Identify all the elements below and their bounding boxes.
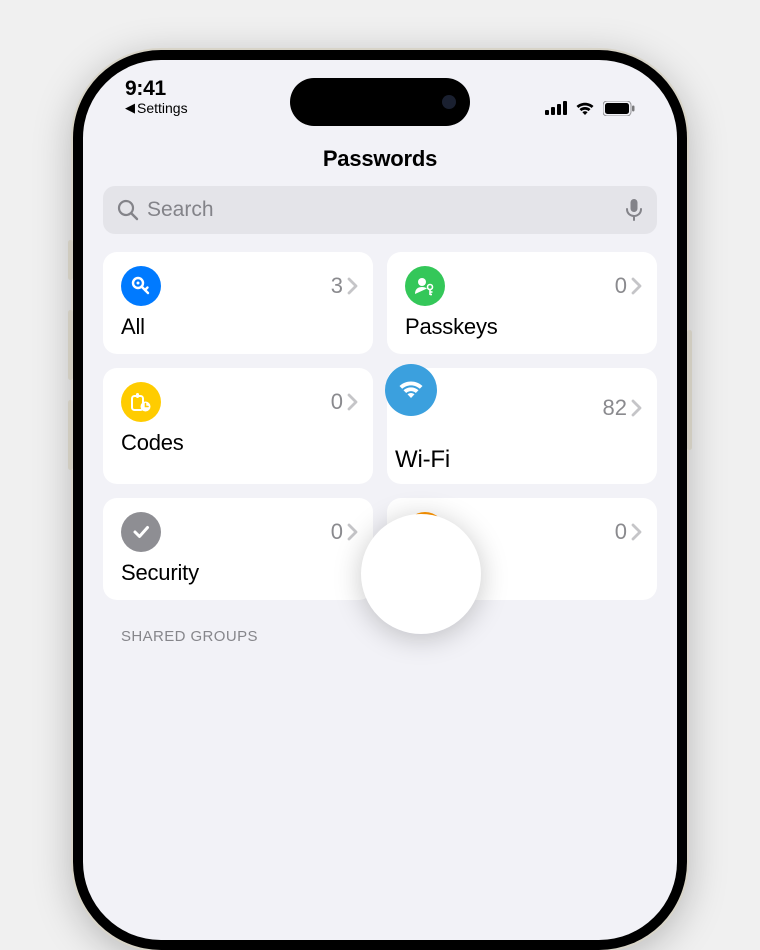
content-area: Passwords Search 3 bbox=[83, 146, 677, 940]
card-deleted[interactable]: 0 Deleted bbox=[387, 498, 657, 600]
chevron-right-icon bbox=[629, 522, 643, 542]
count: 0 bbox=[615, 519, 627, 545]
card-all[interactable]: 3 All bbox=[103, 252, 373, 354]
card-label: Deleted bbox=[405, 560, 643, 586]
count: 0 bbox=[615, 273, 627, 299]
back-label: Settings bbox=[137, 100, 188, 116]
wifi-status-icon bbox=[574, 100, 596, 116]
back-to-settings[interactable]: ◀ Settings bbox=[125, 100, 188, 116]
count: 0 bbox=[331, 389, 343, 415]
card-security[interactable]: 0 Security bbox=[103, 498, 373, 600]
card-wifi[interactable]: 82 Wi-Fi bbox=[387, 368, 657, 484]
side-button bbox=[68, 310, 73, 380]
side-button bbox=[687, 330, 692, 450]
shared-groups-header: SHARED GROUPS bbox=[103, 628, 657, 645]
card-codes[interactable]: 0 Codes bbox=[103, 368, 373, 484]
category-grid: 3 All 0 bbox=[103, 252, 657, 600]
passkey-icon bbox=[405, 266, 445, 306]
battery-icon bbox=[603, 101, 635, 116]
side-button bbox=[68, 240, 73, 280]
search-placeholder: Search bbox=[147, 198, 617, 222]
search-input[interactable]: Search bbox=[103, 186, 657, 234]
chevron-right-icon bbox=[345, 522, 359, 542]
card-label: Security bbox=[121, 560, 359, 586]
security-check-icon bbox=[121, 512, 161, 552]
count: 3 bbox=[331, 273, 343, 299]
chevron-right-icon bbox=[629, 398, 643, 418]
card-label: Passkeys bbox=[405, 314, 643, 340]
side-button bbox=[68, 400, 73, 470]
cellular-signal-icon bbox=[545, 101, 567, 115]
status-time: 9:41 bbox=[125, 77, 166, 101]
card-passkeys[interactable]: 0 Passkeys bbox=[387, 252, 657, 354]
search-icon bbox=[117, 199, 139, 221]
card-label: All bbox=[121, 314, 359, 340]
chevron-right-icon bbox=[345, 392, 359, 412]
chevron-right-icon bbox=[629, 276, 643, 296]
back-caret-icon: ◀ bbox=[125, 100, 135, 116]
card-label: Wi-Fi bbox=[395, 446, 633, 474]
wifi-icon bbox=[385, 364, 437, 416]
key-icon bbox=[121, 266, 161, 306]
count: 82 bbox=[603, 395, 627, 421]
mic-icon[interactable] bbox=[625, 198, 643, 222]
chevron-right-icon bbox=[345, 276, 359, 296]
codes-icon bbox=[121, 382, 161, 422]
page-title: Passwords bbox=[103, 146, 657, 172]
phone-frame: 9:41 ◀ Settings Passwords bbox=[73, 50, 687, 950]
trash-icon bbox=[405, 512, 445, 552]
screen: 9:41 ◀ Settings Passwords bbox=[83, 60, 677, 940]
count: 0 bbox=[331, 519, 343, 545]
dynamic-island bbox=[290, 78, 470, 126]
card-label: Codes bbox=[121, 430, 359, 456]
